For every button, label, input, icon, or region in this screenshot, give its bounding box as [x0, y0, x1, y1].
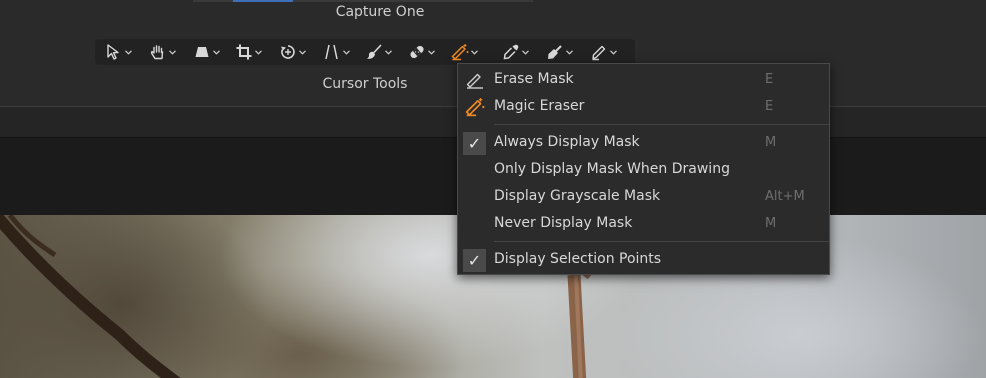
check-icon: ✓: [463, 249, 486, 272]
bandage-icon: [409, 45, 424, 59]
menu-item-display-selection-points[interactable]: ✓ Display Selection Points: [458, 247, 829, 274]
brush-icon: [366, 44, 382, 59]
pan-tool-button[interactable]: [143, 39, 181, 65]
menu-item-label: Magic Eraser: [494, 98, 585, 114]
menu-item-display-grayscale-mask[interactable]: Display Grayscale Mask Alt+M: [458, 184, 829, 211]
magic-eraser-icon: [451, 44, 468, 61]
chevron-down-icon: [254, 49, 262, 55]
white-balance-tool-button[interactable]: [540, 39, 578, 65]
arrow-cursor-icon: [106, 44, 119, 60]
chevron-down-icon: [384, 49, 392, 55]
magic-eraser-icon: [465, 98, 485, 117]
hand-icon: [150, 45, 163, 60]
menu-item-label: Display Grayscale Mask: [494, 188, 661, 204]
menu-item-erase-mask[interactable]: Erase Mask E: [458, 67, 829, 94]
keystone-tool-button[interactable]: [187, 39, 225, 65]
app-title: Capture One: [335, 4, 425, 20]
magic-eraser-dropdown-menu: Erase Mask E Magic Eraser E ✓ Always Dis…: [457, 63, 830, 275]
menu-item-label: Always Display Mask: [494, 134, 640, 150]
select-tool-button[interactable]: [99, 39, 137, 65]
menu-item-shortcut: M: [765, 135, 777, 150]
eraser-icon: [466, 73, 483, 89]
menu-item-label: Display Selection Points: [494, 251, 662, 267]
chevron-down-icon: [565, 49, 573, 55]
crop-icon: [236, 44, 251, 60]
menu-item-label: Erase Mask: [494, 71, 574, 87]
crop-tool-button[interactable]: [229, 39, 267, 65]
keystone-icon: [195, 47, 208, 57]
chevron-down-icon: [124, 49, 132, 55]
chevron-down-icon: [470, 49, 478, 55]
dropper-fill-icon: [547, 45, 562, 59]
chevron-down-icon: [521, 49, 529, 55]
eyedropper-icon: [503, 44, 518, 60]
menu-separator: [494, 124, 829, 125]
menu-item-label: Only Display Mask When Drawing: [494, 161, 730, 177]
menu-separator: [494, 241, 829, 242]
chevron-down-icon: [609, 49, 617, 55]
menu-item-shortcut: Alt+M: [765, 189, 805, 204]
annotate-tool-button[interactable]: [584, 39, 622, 65]
check-icon: ✓: [463, 132, 486, 155]
color-picker-tool-button[interactable]: [496, 39, 534, 65]
menu-item-never-display-mask[interactable]: Never Display Mask M: [458, 211, 829, 238]
keystone-lines-tool-button[interactable]: [317, 39, 355, 65]
menu-item-shortcut: M: [765, 216, 777, 231]
menu-item-always-display-mask[interactable]: ✓ Always Display Mask M: [458, 130, 829, 157]
lines-icon: [324, 44, 338, 60]
menu-item-shortcut: E: [765, 99, 774, 114]
rotate-tool-button[interactable]: [273, 39, 311, 65]
chevron-down-icon: [427, 49, 435, 55]
heal-tool-button[interactable]: [402, 39, 440, 65]
magic-eraser-tool-button[interactable]: [445, 39, 483, 65]
menu-item-shortcut: E: [765, 72, 774, 87]
brush-tool-button[interactable]: [359, 39, 397, 65]
rotate-icon: [280, 45, 295, 59]
menu-item-magic-eraser[interactable]: Magic Eraser E: [458, 94, 829, 121]
top-tab-strip: [193, 0, 533, 2]
pencil-icon: [591, 45, 605, 61]
chevron-down-icon: [168, 49, 176, 55]
menu-item-only-display-mask-when-drawing[interactable]: Only Display Mask When Drawing: [458, 157, 829, 184]
chevron-down-icon: [342, 49, 350, 55]
cursor-tools-label: Cursor Tools: [322, 76, 408, 92]
active-tab-indicator: [233, 0, 293, 2]
menu-item-label: Never Display Mask: [494, 215, 633, 231]
chevron-down-icon: [298, 49, 306, 55]
chevron-down-icon: [212, 49, 220, 55]
cursor-tools-group: [95, 39, 635, 65]
